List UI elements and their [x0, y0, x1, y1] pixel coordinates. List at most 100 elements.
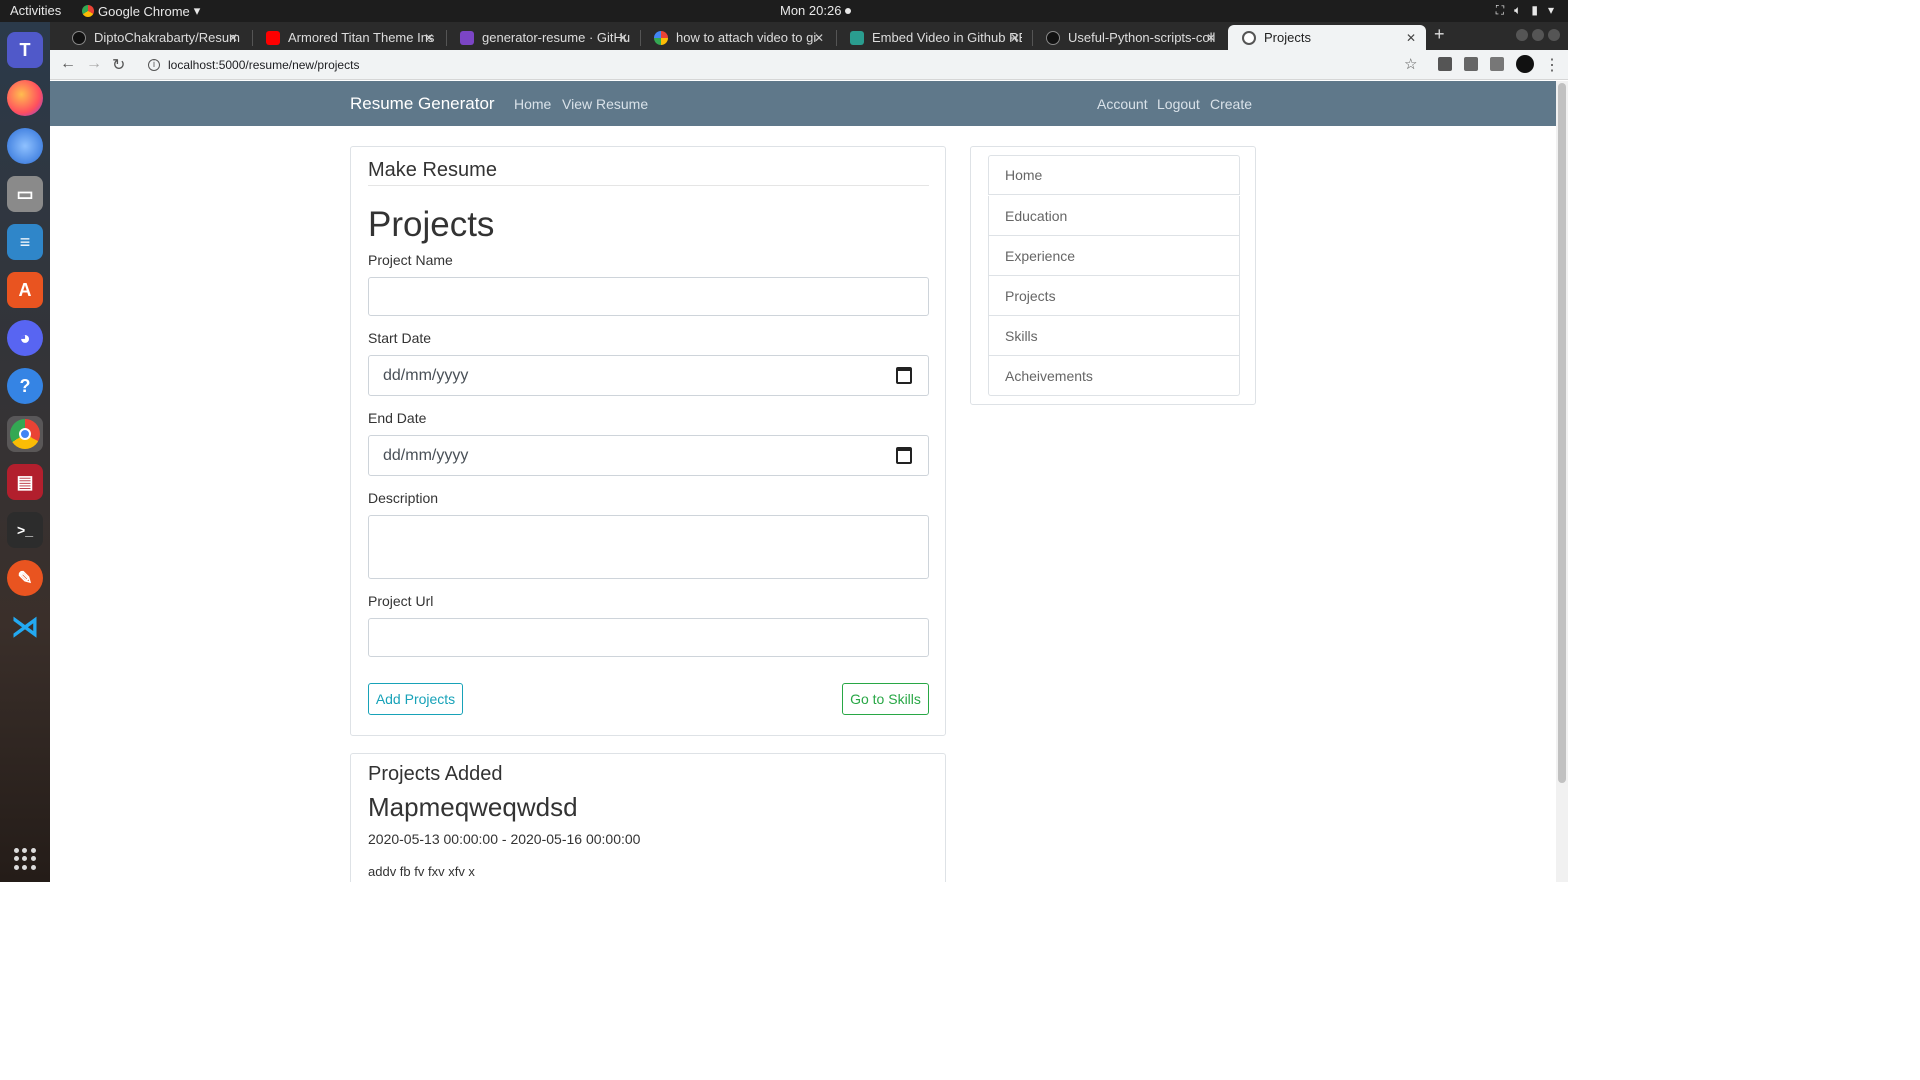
- chevron-down-icon: ▾: [1547, 3, 1554, 17]
- add-projects-button[interactable]: Add Projects: [368, 683, 463, 715]
- project-description: addv fb fv fxv xfv x: [368, 864, 475, 879]
- nav-logout[interactable]: Logout: [1157, 96, 1200, 112]
- close-icon[interactable]: ✕: [228, 31, 238, 45]
- nav-view-resume[interactable]: View Resume: [562, 96, 648, 112]
- help-icon[interactable]: ?: [7, 368, 43, 404]
- discord-icon[interactable]: ◕: [7, 320, 43, 356]
- sidebar-item-skills[interactable]: Skills: [988, 316, 1240, 356]
- activities-button[interactable]: Activities: [10, 3, 61, 18]
- close-icon[interactable]: ✕: [1206, 31, 1216, 45]
- menu-icon[interactable]: ⋮: [1544, 55, 1560, 75]
- browser-tab[interactable]: generator-resume · GitHu ✕: [446, 25, 638, 50]
- vscode-icon[interactable]: ⋊: [7, 608, 43, 644]
- browser-tab[interactable]: Useful-Python-scripts-coll ✕: [1032, 25, 1226, 50]
- sidebar-item-experience[interactable]: Experience: [988, 236, 1240, 276]
- project-dates: 2020-05-13 00:00:00 - 2020-05-16 00:00:0…: [368, 831, 641, 847]
- browser-tab[interactable]: DiptoChakrabarty/Resum ✕: [58, 25, 248, 50]
- projects-added-card: Projects Added Mapmeqweqwdsd 2020-05-13 …: [350, 753, 946, 882]
- system-top-bar: Activities Google Chrome ▾ Mon 20:26 ⛶ 🔈…: [0, 0, 1568, 22]
- avatar[interactable]: [1516, 55, 1534, 73]
- tab-strip: DiptoChakrabarty/Resum ✕ Armored Titan T…: [50, 22, 1568, 50]
- teams-icon[interactable]: T: [7, 32, 43, 68]
- nav-account[interactable]: Account: [1097, 96, 1148, 112]
- tab-title: how to attach video to gi: [676, 30, 817, 45]
- reload-icon[interactable]: ↻: [112, 55, 125, 75]
- google-icon: [654, 30, 668, 45]
- forward-icon[interactable]: →: [86, 55, 102, 73]
- browser-tab[interactable]: Embed Video in Github RE ✕: [836, 25, 1030, 50]
- new-tab-button[interactable]: +: [1434, 24, 1445, 45]
- system-tray[interactable]: ⛶ 🔈︎ ▮ ▾: [1496, 3, 1554, 18]
- close-icon[interactable]: ✕: [618, 31, 628, 45]
- clock[interactable]: Mon 20:26: [780, 3, 852, 18]
- back-icon[interactable]: ←: [60, 55, 76, 73]
- chrome-icon[interactable]: [7, 416, 43, 452]
- browser-tab[interactable]: Armored Titan Theme Ins ✕: [252, 25, 444, 50]
- browser-tab-active[interactable]: Projects ✕: [1228, 25, 1426, 50]
- app-menu[interactable]: Google Chrome ▾: [82, 3, 200, 19]
- start-date-input[interactable]: dd/mm/yyyy: [368, 355, 929, 396]
- puzzle-icon[interactable]: [1464, 57, 1478, 71]
- site-navbar: Resume Generator Home View Resume Accoun…: [50, 81, 1556, 126]
- site-brand[interactable]: Resume Generator: [350, 94, 495, 114]
- heroku-icon: [460, 30, 474, 45]
- software-icon[interactable]: A: [7, 272, 43, 308]
- divider: [368, 185, 929, 186]
- projects-added-legend: Projects Added: [368, 763, 503, 785]
- globe-icon: [1242, 30, 1256, 45]
- media-icon[interactable]: [1490, 57, 1504, 71]
- close-window-icon[interactable]: [1548, 29, 1560, 41]
- description-textarea[interactable]: [368, 515, 929, 579]
- scrollbar[interactable]: [1556, 81, 1568, 882]
- nav-home[interactable]: Home: [514, 96, 551, 112]
- go-to-skills-button[interactable]: Go to Skills: [842, 683, 929, 715]
- clock-label: Mon 20:26: [780, 3, 842, 18]
- maximize-icon[interactable]: [1532, 29, 1544, 41]
- end-date-label: End Date: [368, 410, 427, 426]
- extension-icon[interactable]: [1438, 57, 1452, 71]
- app-icon[interactable]: ▤: [7, 464, 43, 500]
- address-bar[interactable]: i localhost:5000/resume/new/projects: [138, 53, 1428, 77]
- browser-tab[interactable]: how to attach video to gi ✕: [640, 25, 834, 50]
- close-icon[interactable]: ✕: [814, 31, 824, 45]
- tab-title: Armored Titan Theme Ins: [288, 30, 435, 45]
- close-icon[interactable]: ✕: [1406, 31, 1416, 45]
- chevron-down-icon: ▾: [193, 3, 201, 18]
- terminal-icon[interactable]: >_: [7, 512, 43, 548]
- project-name-label: Project Name: [368, 252, 453, 268]
- start-date-label: Start Date: [368, 330, 432, 346]
- show-apps-icon[interactable]: [14, 848, 36, 870]
- firefox-icon[interactable]: [7, 80, 43, 116]
- calendar-icon[interactable]: [896, 447, 912, 464]
- scrollbar-thumb[interactable]: [1558, 83, 1566, 783]
- minimize-icon[interactable]: [1516, 29, 1528, 41]
- resume-form-card: Make Resume Projects Project Name Start …: [350, 146, 946, 736]
- close-icon[interactable]: ✕: [424, 31, 434, 45]
- tab-title: DiptoChakrabarty/Resum: [94, 30, 240, 45]
- writer-icon[interactable]: ≡: [7, 224, 43, 260]
- start-date-placeholder: dd/mm/yyyy: [383, 366, 469, 384]
- app-menu-label: Google Chrome: [98, 3, 190, 19]
- youtube-icon: [266, 30, 280, 45]
- project-name: Mapmeqweqwdsd: [368, 792, 578, 822]
- browser-toolbar: ← → ↻ i localhost:5000/resume/new/projec…: [50, 50, 1568, 80]
- nav-create[interactable]: Create: [1210, 96, 1252, 112]
- calendar-icon[interactable]: [896, 367, 912, 384]
- bookmark-star-icon[interactable]: ☆: [1404, 55, 1417, 73]
- form-legend: Make Resume: [368, 159, 497, 181]
- github-icon: [1046, 30, 1060, 45]
- close-icon[interactable]: ✕: [1010, 31, 1020, 45]
- sidebar-item-education[interactable]: Education: [988, 196, 1240, 236]
- info-icon[interactable]: i: [148, 59, 160, 71]
- end-date-input[interactable]: dd/mm/yyyy: [368, 435, 929, 476]
- sidebar-item-projects[interactable]: Projects: [988, 276, 1240, 316]
- files-icon[interactable]: ▭: [7, 176, 43, 212]
- sidebar-item-home[interactable]: Home: [988, 155, 1240, 195]
- sidebar-item-achievements[interactable]: Acheivements: [988, 356, 1240, 396]
- notification-dot-icon: [845, 7, 852, 14]
- thunderbird-icon[interactable]: [7, 128, 43, 164]
- draw-icon[interactable]: ✎: [7, 560, 43, 596]
- description-label: Description: [368, 490, 439, 506]
- project-url-input[interactable]: [368, 618, 929, 657]
- project-name-input[interactable]: [368, 277, 929, 316]
